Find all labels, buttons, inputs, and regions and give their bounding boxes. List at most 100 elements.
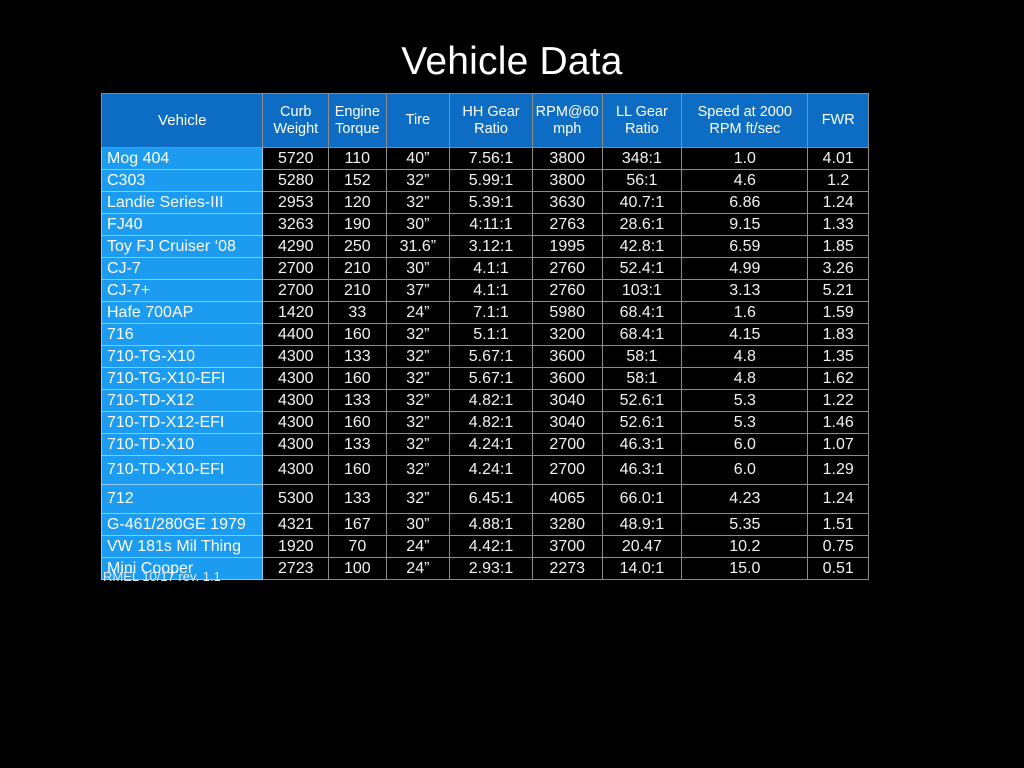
- column-header-line: Torque: [335, 120, 380, 137]
- cell-vehicle-name: 710-TD-X10: [100, 433, 264, 456]
- column-header-line: Ratio: [624, 120, 659, 137]
- cell-speed-at-2000-rpm: 6.86: [681, 191, 809, 214]
- cell-engine-torque: 133: [328, 345, 387, 368]
- cell-vehicle-name: G-461/280GE 1979: [100, 513, 264, 536]
- table-row[interactable]: CJ-7 2700 210 30” 4.1:1 2760 52.4:1 4.99 3.26: [100, 257, 869, 280]
- cell-rpm-at-60-mph: 3280: [531, 513, 603, 536]
- cell-speed-at-2000-rpm: 4.23: [681, 484, 809, 514]
- cell-fwr: 1.59: [807, 301, 869, 324]
- cell-curb-weight: 4300: [262, 411, 330, 434]
- cell-hh-gear-ratio: 5.1:1: [449, 323, 533, 346]
- table-row[interactable]: 710-TG-X10-EFI 4300 160 32” 5.67:1 3600 58:1 4.…: [100, 367, 869, 390]
- table-row[interactable]: G-461/280GE 1979 4321 167 30” 4.88:1 3280 48.9…: [100, 513, 869, 536]
- cell-fwr: 1.33: [807, 213, 869, 236]
- cell-fwr: 1.85: [807, 235, 869, 258]
- table-row[interactable]: 716 4400 160 32” 5.1:1 3200 68.4:1 4.15 1.83: [100, 323, 869, 346]
- column-header-line: FWR: [821, 112, 855, 128]
- cell-engine-torque: 70: [328, 535, 387, 558]
- cell-vehicle-name: Hafe 700AP: [100, 301, 264, 324]
- cell-vehicle-name: Mog 404: [100, 147, 264, 170]
- cell-hh-gear-ratio: 5.39:1: [449, 191, 533, 214]
- table-row[interactable]: Hafe 700AP 1420 33 24” 7.1:1 5980 68.4:1 1.6 1.5…: [100, 301, 869, 324]
- table-row[interactable]: CJ-7+ 2700 210 37” 4.1:1 2760 103:1 3.13 5.21: [100, 279, 869, 302]
- cell-rpm-at-60-mph: 3600: [531, 345, 603, 368]
- cell-ll-gear-ratio: 348:1: [601, 147, 683, 170]
- cell-ll-gear-ratio: 58:1: [601, 367, 683, 390]
- table-row[interactable]: 710-TD-X12 4300 133 32” 4.82:1 3040 52.6:1 5.3 1…: [100, 389, 869, 412]
- cell-tire: 24”: [385, 535, 451, 558]
- cell-engine-torque: 210: [328, 257, 387, 280]
- cell-ll-gear-ratio: 14.0:1: [601, 557, 683, 580]
- cell-ll-gear-ratio: 28.6:1: [601, 213, 683, 236]
- cell-curb-weight: 4300: [262, 345, 330, 368]
- table-row[interactable]: 710-TD-X10-EFI 4300 160 32” 4.24:1 2700 46.3:1…: [100, 455, 869, 485]
- cell-ll-gear-ratio: 56:1: [601, 169, 683, 192]
- cell-speed-at-2000-rpm: 5.3: [681, 411, 809, 434]
- cell-speed-at-2000-rpm: 4.15: [681, 323, 809, 346]
- cell-rpm-at-60-mph: 3800: [531, 169, 603, 192]
- cell-tire: 30”: [385, 213, 451, 236]
- cell-rpm-at-60-mph: 2700: [531, 433, 603, 456]
- column-header-ll-gear-ratio: LL Gear Ratio: [601, 93, 683, 148]
- table-row[interactable]: Toy FJ Cruiser ‘08 4290 250 31.6” 3.12:1 1995…: [100, 235, 869, 258]
- cell-rpm-at-60-mph: 3040: [531, 389, 603, 412]
- cell-hh-gear-ratio: 4.82:1: [449, 411, 533, 434]
- cell-engine-torque: 33: [328, 301, 387, 324]
- column-header-fwr: FWR: [807, 93, 869, 148]
- table-row[interactable]: Mog 404 5720 110 40” 7.56:1 3800 348:1 1.0 4.01: [100, 147, 869, 170]
- cell-hh-gear-ratio: 7.1:1: [449, 301, 533, 324]
- column-header-line: Vehicle: [158, 112, 207, 129]
- cell-hh-gear-ratio: 4.24:1: [449, 433, 533, 456]
- column-header-line: Ratio: [474, 120, 508, 137]
- cell-engine-torque: 100: [328, 557, 387, 580]
- cell-vehicle-name: 712: [100, 484, 264, 514]
- cell-ll-gear-ratio: 42.8:1: [601, 235, 683, 258]
- cell-speed-at-2000-rpm: 5.3: [681, 389, 809, 412]
- cell-engine-torque: 160: [328, 455, 387, 485]
- cell-fwr: 1.51: [807, 513, 869, 536]
- cell-fwr: 1.46: [807, 411, 869, 434]
- vehicle-data-table: Vehicle Curb Weight Engine Torque Tire HH …: [100, 93, 869, 580]
- cell-tire: 24”: [385, 301, 451, 324]
- cell-fwr: 0.75: [807, 535, 869, 558]
- cell-speed-at-2000-rpm: 5.35: [681, 513, 809, 536]
- cell-fwr: 1.83: [807, 323, 869, 346]
- cell-speed-at-2000-rpm: 3.13: [681, 279, 809, 302]
- cell-curb-weight: 2700: [262, 279, 330, 302]
- table-row[interactable]: FJ40 3263 190 30” 4:11:1 2763 28.6:1 9.15 1.33: [100, 213, 869, 236]
- table-row[interactable]: Landie Series-III 2953 120 32” 5.39:1 3630 40.…: [100, 191, 869, 214]
- table-row[interactable]: C303 5280 152 32” 5.99:1 3800 56:1 4.6 1.2: [100, 169, 869, 192]
- cell-fwr: 1.2: [807, 169, 869, 192]
- cell-ll-gear-ratio: 20.47: [601, 535, 683, 558]
- cell-hh-gear-ratio: 4.24:1: [449, 455, 533, 485]
- column-header-line: Curb: [280, 103, 312, 120]
- column-header-line: mph: [553, 120, 582, 137]
- cell-engine-torque: 250: [328, 235, 387, 258]
- cell-tire: 24”: [385, 557, 451, 580]
- cell-speed-at-2000-rpm: 6.59: [681, 235, 809, 258]
- table-row[interactable]: 710-TD-X12-EFI 4300 160 32” 4.82:1 3040 52.6:1…: [100, 411, 869, 434]
- slide-canvas: Vehicle Data Vehicle Curb Weight Engine To…: [0, 0, 1024, 768]
- cell-hh-gear-ratio: 5.67:1: [449, 345, 533, 368]
- cell-rpm-at-60-mph: 3800: [531, 147, 603, 170]
- cell-vehicle-name: Landie Series-III: [100, 191, 264, 214]
- cell-fwr: 4.01: [807, 147, 869, 170]
- cell-fwr: 0.51: [807, 557, 869, 580]
- cell-ll-gear-ratio: 52.4:1: [601, 257, 683, 280]
- table-row[interactable]: 712 5300 133 32” 6.45:1 4065 66.0:1 4.23 1.24: [100, 484, 869, 514]
- column-header-rpm-at-60-mph: RPM@60 mph: [531, 93, 603, 148]
- column-header-line: Engine: [334, 103, 380, 120]
- column-header-vehicle: Vehicle: [100, 93, 264, 148]
- cell-vehicle-name: 710-TD-X12-EFI: [100, 411, 264, 434]
- cell-engine-torque: 190: [328, 213, 387, 236]
- cell-vehicle-name: 710-TD-X12: [100, 389, 264, 412]
- cell-curb-weight: 2953: [262, 191, 330, 214]
- table-row[interactable]: 710-TG-X10 4300 133 32” 5.67:1 3600 58:1 4.8 1.3…: [100, 345, 869, 368]
- cell-vehicle-name: CJ-7: [100, 257, 264, 280]
- cell-curb-weight: 1420: [262, 301, 330, 324]
- table-row[interactable]: 710-TD-X10 4300 133 32” 4.24:1 2700 46.3:1 6.0 1…: [100, 433, 869, 456]
- cell-tire: 32”: [385, 389, 451, 412]
- column-header-line: Speed at 2000: [697, 103, 792, 120]
- table-row[interactable]: VW 181s Mil Thing 1920 70 24” 4.42:1 3700 20.4…: [100, 535, 869, 558]
- cell-hh-gear-ratio: 5.99:1: [449, 169, 533, 192]
